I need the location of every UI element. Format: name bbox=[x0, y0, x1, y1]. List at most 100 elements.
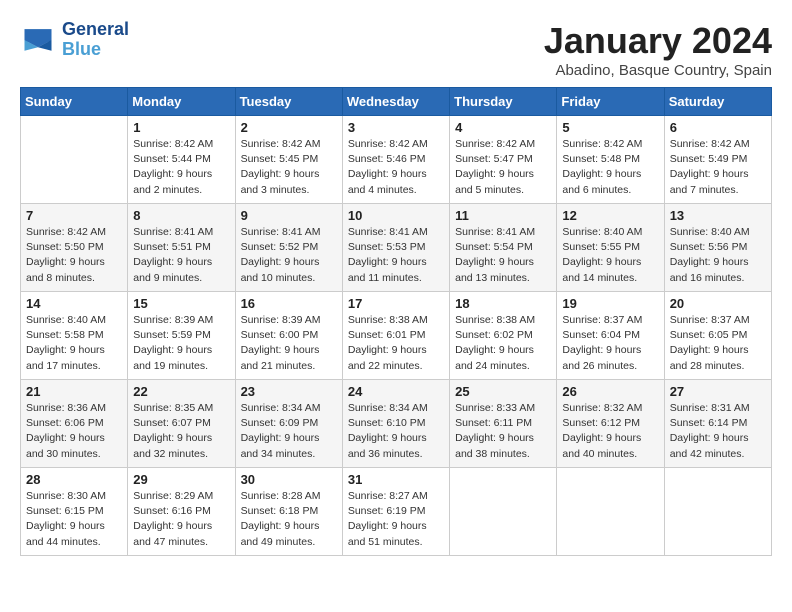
day-number: 6 bbox=[670, 120, 766, 135]
day-info: Sunrise: 8:39 AMSunset: 6:00 PMDaylight:… bbox=[241, 313, 337, 374]
day-number: 23 bbox=[241, 384, 337, 399]
calendar-cell: 26 Sunrise: 8:32 AMSunset: 6:12 PMDayligh… bbox=[557, 380, 664, 468]
day-info: Sunrise: 8:37 AMSunset: 6:04 PMDaylight:… bbox=[562, 313, 658, 374]
weekday-header-wednesday: Wednesday bbox=[342, 88, 449, 116]
day-number: 15 bbox=[133, 296, 229, 311]
logo: GeneralBlue bbox=[20, 20, 129, 60]
day-info: Sunrise: 8:42 AMSunset: 5:48 PMDaylight:… bbox=[562, 137, 658, 198]
calendar-cell: 1 Sunrise: 8:42 AMSunset: 5:44 PMDaylight… bbox=[128, 116, 235, 204]
day-info: Sunrise: 8:37 AMSunset: 6:05 PMDaylight:… bbox=[670, 313, 766, 374]
day-info: Sunrise: 8:41 AMSunset: 5:51 PMDaylight:… bbox=[133, 225, 229, 286]
day-number: 10 bbox=[348, 208, 444, 223]
day-info: Sunrise: 8:34 AMSunset: 6:10 PMDaylight:… bbox=[348, 401, 444, 462]
calendar-cell: 19Sunrise: 8:37 AMSunset: 6:04 PMDayligh… bbox=[557, 292, 664, 380]
day-number: 5 bbox=[562, 120, 658, 135]
day-info: Sunrise: 8:38 AMSunset: 6:02 PMDaylight:… bbox=[455, 313, 551, 374]
day-info: Sunrise: 8:27 AMSunset: 6:19 PMDaylight:… bbox=[348, 489, 444, 550]
day-number: 22 bbox=[133, 384, 229, 399]
day-info: Sunrise: 8:41 AMSunset: 5:52 PMDaylight:… bbox=[241, 225, 337, 286]
calendar-cell: 16 Sunrise: 8:39 AMSunset: 6:00 PMDayligh… bbox=[235, 292, 342, 380]
day-number: 24 bbox=[348, 384, 444, 399]
day-info: Sunrise: 8:42 AMSunset: 5:50 PMDaylight:… bbox=[26, 225, 122, 286]
day-info: Sunrise: 8:40 AMSunset: 5:58 PMDaylight:… bbox=[26, 313, 122, 374]
calendar-cell: 20 Sunrise: 8:37 AMSunset: 6:05 PMDayligh… bbox=[664, 292, 771, 380]
day-number: 2 bbox=[241, 120, 337, 135]
day-number: 11 bbox=[455, 208, 551, 223]
calendar-cell: 3 Sunrise: 8:42 AMSunset: 5:46 PMDaylight… bbox=[342, 116, 449, 204]
day-info: Sunrise: 8:32 AMSunset: 6:12 PMDaylight:… bbox=[562, 401, 658, 462]
day-number: 1 bbox=[133, 120, 229, 135]
calendar-cell: 11 Sunrise: 8:41 AMSunset: 5:54 PMDayligh… bbox=[450, 204, 557, 292]
week-row-1: 1 Sunrise: 8:42 AMSunset: 5:44 PMDaylight… bbox=[21, 116, 772, 204]
day-info: Sunrise: 8:41 AMSunset: 5:54 PMDaylight:… bbox=[455, 225, 551, 286]
day-info: Sunrise: 8:42 AMSunset: 5:44 PMDaylight:… bbox=[133, 137, 229, 198]
day-info: Sunrise: 8:42 AMSunset: 5:46 PMDaylight:… bbox=[348, 137, 444, 198]
day-info: Sunrise: 8:36 AMSunset: 6:06 PMDaylight:… bbox=[26, 401, 122, 462]
day-info: Sunrise: 8:41 AMSunset: 5:53 PMDaylight:… bbox=[348, 225, 444, 286]
calendar-cell: 29Sunrise: 8:29 AMSunset: 6:16 PMDayligh… bbox=[128, 468, 235, 556]
calendar-cell: 10 Sunrise: 8:41 AMSunset: 5:53 PMDayligh… bbox=[342, 204, 449, 292]
day-number: 28 bbox=[26, 472, 122, 487]
day-info: Sunrise: 8:40 AMSunset: 5:55 PMDaylight:… bbox=[562, 225, 658, 286]
calendar-table: SundayMondayTuesdayWednesdayThursdayFrid… bbox=[20, 87, 772, 556]
day-info: Sunrise: 8:30 AMSunset: 6:15 PMDaylight:… bbox=[26, 489, 122, 550]
day-info: Sunrise: 8:35 AMSunset: 6:07 PMDaylight:… bbox=[133, 401, 229, 462]
calendar-cell: 27Sunrise: 8:31 AMSunset: 6:14 PMDayligh… bbox=[664, 380, 771, 468]
calendar-cell: 31 Sunrise: 8:27 AMSunset: 6:19 PMDayligh… bbox=[342, 468, 449, 556]
weekday-header-friday: Friday bbox=[557, 88, 664, 116]
day-info: Sunrise: 8:38 AMSunset: 6:01 PMDaylight:… bbox=[348, 313, 444, 374]
day-number: 7 bbox=[26, 208, 122, 223]
week-row-2: 7 Sunrise: 8:42 AMSunset: 5:50 PMDaylight… bbox=[21, 204, 772, 292]
day-info: Sunrise: 8:42 AMSunset: 5:47 PMDaylight:… bbox=[455, 137, 551, 198]
day-number: 13 bbox=[670, 208, 766, 223]
day-info: Sunrise: 8:33 AMSunset: 6:11 PMDaylight:… bbox=[455, 401, 551, 462]
day-number: 9 bbox=[241, 208, 337, 223]
calendar-cell: 2Sunrise: 8:42 AMSunset: 5:45 PMDaylight… bbox=[235, 116, 342, 204]
day-info: Sunrise: 8:29 AMSunset: 6:16 PMDaylight:… bbox=[133, 489, 229, 550]
day-number: 3 bbox=[348, 120, 444, 135]
weekday-header-saturday: Saturday bbox=[664, 88, 771, 116]
day-info: Sunrise: 8:42 AMSunset: 5:49 PMDaylight:… bbox=[670, 137, 766, 198]
calendar-cell: 25Sunrise: 8:33 AMSunset: 6:11 PMDayligh… bbox=[450, 380, 557, 468]
day-info: Sunrise: 8:34 AMSunset: 6:09 PMDaylight:… bbox=[241, 401, 337, 462]
day-number: 16 bbox=[241, 296, 337, 311]
weekday-header-monday: Monday bbox=[128, 88, 235, 116]
day-info: Sunrise: 8:31 AMSunset: 6:14 PMDaylight:… bbox=[670, 401, 766, 462]
calendar-cell: 17Sunrise: 8:38 AMSunset: 6:01 PMDayligh… bbox=[342, 292, 449, 380]
day-info: Sunrise: 8:39 AMSunset: 5:59 PMDaylight:… bbox=[133, 313, 229, 374]
weekday-header-sunday: Sunday bbox=[21, 88, 128, 116]
weekday-header-row: SundayMondayTuesdayWednesdayThursdayFrid… bbox=[21, 88, 772, 116]
calendar-cell: 28 Sunrise: 8:30 AMSunset: 6:15 PMDayligh… bbox=[21, 468, 128, 556]
calendar-cell bbox=[21, 116, 128, 204]
day-number: 8 bbox=[133, 208, 229, 223]
title-block: January 2024 Abadino, Basque Country, Sp… bbox=[544, 20, 772, 79]
calendar-cell: 14 Sunrise: 8:40 AMSunset: 5:58 PMDayligh… bbox=[21, 292, 128, 380]
day-number: 12 bbox=[562, 208, 658, 223]
logo-text: GeneralBlue bbox=[62, 20, 129, 60]
calendar-cell: 5 Sunrise: 8:42 AMSunset: 5:48 PMDaylight… bbox=[557, 116, 664, 204]
day-number: 4 bbox=[455, 120, 551, 135]
calendar-cell: 12 Sunrise: 8:40 AMSunset: 5:55 PMDayligh… bbox=[557, 204, 664, 292]
day-number: 21 bbox=[26, 384, 122, 399]
weekday-header-thursday: Thursday bbox=[450, 88, 557, 116]
calendar-cell: 23 Sunrise: 8:34 AMSunset: 6:09 PMDayligh… bbox=[235, 380, 342, 468]
calendar-cell: 21 Sunrise: 8:36 AMSunset: 6:06 PMDayligh… bbox=[21, 380, 128, 468]
month-title: January 2024 bbox=[544, 20, 772, 62]
day-number: 30 bbox=[241, 472, 337, 487]
weekday-header-tuesday: Tuesday bbox=[235, 88, 342, 116]
calendar-cell: 7 Sunrise: 8:42 AMSunset: 5:50 PMDaylight… bbox=[21, 204, 128, 292]
calendar-cell bbox=[557, 468, 664, 556]
location: Abadino, Basque Country, Spain bbox=[544, 62, 772, 79]
day-number: 14 bbox=[26, 296, 122, 311]
calendar-cell: 18Sunrise: 8:38 AMSunset: 6:02 PMDayligh… bbox=[450, 292, 557, 380]
day-number: 20 bbox=[670, 296, 766, 311]
calendar-cell: 4 Sunrise: 8:42 AMSunset: 5:47 PMDaylight… bbox=[450, 116, 557, 204]
calendar-cell bbox=[450, 468, 557, 556]
calendar-cell: 9 Sunrise: 8:41 AMSunset: 5:52 PMDaylight… bbox=[235, 204, 342, 292]
week-row-3: 14 Sunrise: 8:40 AMSunset: 5:58 PMDayligh… bbox=[21, 292, 772, 380]
day-number: 31 bbox=[348, 472, 444, 487]
day-number: 26 bbox=[562, 384, 658, 399]
calendar-cell: 24 Sunrise: 8:34 AMSunset: 6:10 PMDayligh… bbox=[342, 380, 449, 468]
week-row-4: 21 Sunrise: 8:36 AMSunset: 6:06 PMDayligh… bbox=[21, 380, 772, 468]
calendar-cell: 22 Sunrise: 8:35 AMSunset: 6:07 PMDayligh… bbox=[128, 380, 235, 468]
